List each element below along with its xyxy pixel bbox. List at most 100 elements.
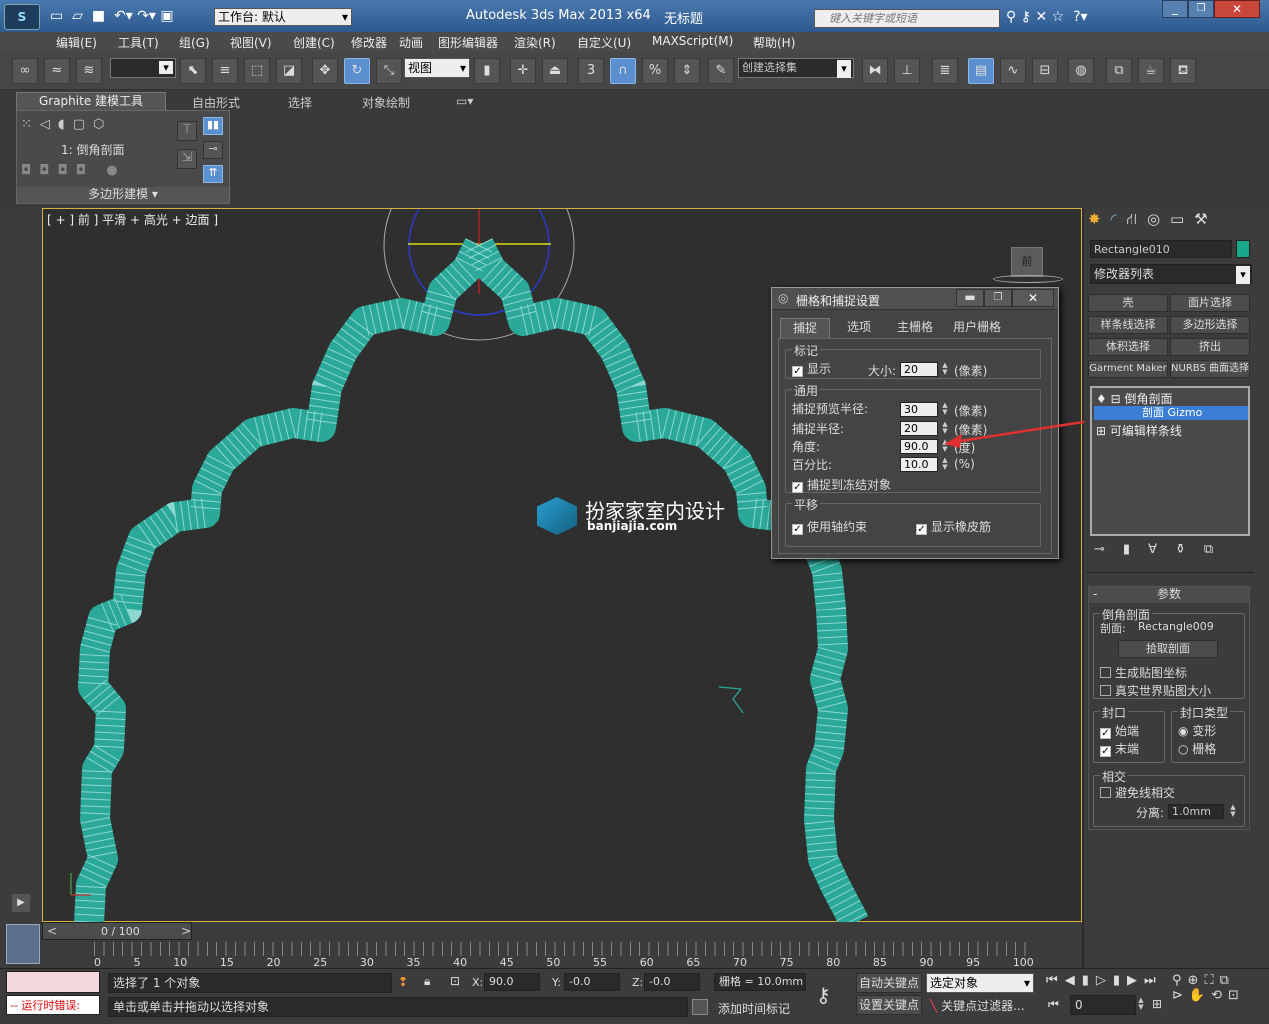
maxscript-listener-mini[interactable] xyxy=(6,971,100,993)
cap-grid-radio[interactable]: ○ 栅格 xyxy=(1178,740,1216,757)
align-icon[interactable]: ⊥ xyxy=(894,58,920,84)
rect-selection-icon[interactable]: ⬚ xyxy=(244,58,270,84)
lock-selection-icon[interactable]: 🔒︎ xyxy=(424,974,430,989)
remove-modifier-icon[interactable]: ⚱ xyxy=(1175,542,1204,557)
edit-named-sets-icon[interactable]: ✎ xyxy=(708,58,734,84)
menu-create[interactable]: 创建(C) xyxy=(293,34,335,51)
motion-tab-icon[interactable]: ◎ xyxy=(1147,210,1170,228)
object-name-field[interactable]: Rectangle010 xyxy=(1090,240,1232,258)
pan-icon[interactable]: ✋ xyxy=(1189,988,1211,1003)
lightbulb-icon[interactable]: ♦ xyxy=(1096,392,1107,406)
go-to-end-icon[interactable]: ⏭ xyxy=(1144,973,1163,988)
ribbon-tab-freeform[interactable]: 自由形式 xyxy=(192,94,240,111)
project-folder-icon[interactable]: ▣ xyxy=(160,8,173,24)
named-selection-dropdown[interactable]: 创建选择集 ▾ xyxy=(738,58,854,78)
isolate-icon[interactable]: ❢ xyxy=(398,975,408,989)
object-color-swatch[interactable] xyxy=(1236,240,1250,258)
gen-map-coords-checkbox[interactable]: 生成贴图坐标 xyxy=(1100,664,1187,681)
rubber-band-checkbox[interactable]: ✓ 显示橡皮筋 xyxy=(916,518,991,535)
cap-start-checkbox[interactable]: ✓ 始端 xyxy=(1100,722,1139,739)
rotate-icon[interactable]: ↻ xyxy=(344,58,370,84)
snap-radius-input[interactable]: 20 xyxy=(900,421,938,436)
snap-frozen-checkbox[interactable]: ✓ 捕捉到冻结对象 xyxy=(792,476,891,493)
menu-help[interactable]: 帮助(H) xyxy=(753,34,795,51)
open-file-icon[interactable]: ▱ xyxy=(72,8,83,24)
fov-icon[interactable]: ⊳ xyxy=(1172,988,1189,1003)
graphite-toggle-icon[interactable]: ▤ xyxy=(968,58,994,84)
save-icon[interactable]: ■ xyxy=(92,8,105,24)
add-time-tag[interactable]: 添加时间标记 xyxy=(718,1000,790,1017)
dialog-tab-snaps[interactable]: 捕捉 xyxy=(780,318,830,338)
snaps-toggle-icon[interactable]: 3 xyxy=(578,58,604,84)
bind-space-warp-icon[interactable]: ≋ xyxy=(76,58,102,84)
auto-key-button[interactable]: 自动关键点 xyxy=(856,973,922,993)
utilities-tab-icon[interactable]: ⚒ xyxy=(1194,210,1217,228)
menu-customize[interactable]: 自定义(U) xyxy=(577,34,631,51)
selection-filter-dropdown[interactable]: ▾ xyxy=(110,58,176,78)
workspace-dropdown[interactable]: 工作台: 默认 ▾ xyxy=(214,8,352,26)
menu-group[interactable]: 组(G) xyxy=(179,34,210,51)
spinner-snap-icon[interactable]: ⇕ xyxy=(674,58,700,84)
stack-item-profile-gizmo[interactable]: 剖面 Gizmo xyxy=(1094,406,1248,420)
nurbs-surface-select-button[interactable]: NURBS 曲面选择 xyxy=(1170,360,1250,378)
render-frame-icon[interactable]: ☕ xyxy=(1138,58,1164,84)
menu-tools[interactable]: 工具(T) xyxy=(118,34,159,51)
patch-select-button[interactable]: 面片选择 xyxy=(1170,294,1250,312)
percent-snap-spinner[interactable]: ▲ ▼ xyxy=(940,457,950,472)
minimize-button[interactable]: _ xyxy=(1162,0,1188,18)
zoom-extents-icon[interactable]: ⛶ xyxy=(1204,973,1219,988)
app-logo-icon[interactable]: S xyxy=(4,4,40,30)
remove-modifier-icon[interactable]: ⇈ xyxy=(203,165,223,183)
pin-stack-icon[interactable]: ⊸ xyxy=(203,141,223,159)
move-icon[interactable]: ✥ xyxy=(312,58,338,84)
transform-type-in-icon[interactable]: ⊡ xyxy=(450,974,460,988)
ribbon-options-icon[interactable]: ▭▾ xyxy=(456,94,473,108)
show-end-result-icon[interactable]: ▮ xyxy=(1123,542,1148,557)
make-unique-icon[interactable]: ∀ xyxy=(1148,542,1175,557)
hierarchy-tab-icon[interactable]: ⛙ xyxy=(1126,210,1147,228)
menu-graph-editors[interactable]: 图形编辑器 xyxy=(438,34,498,51)
preview-radius-spinner[interactable]: ▲ ▼ xyxy=(940,402,950,417)
render-setup-icon[interactable]: ⧉ xyxy=(1106,58,1132,84)
select-manipulate-icon[interactable]: ✛ xyxy=(510,58,536,84)
play-icon[interactable]: ▷ xyxy=(1096,973,1113,988)
pivot-center-icon[interactable]: ▮ xyxy=(474,58,500,84)
configure-sets-icon[interactable]: ⧉ xyxy=(1204,542,1231,557)
vol-select-button[interactable]: 体积选择 xyxy=(1088,338,1168,356)
set-key-big-icon[interactable]: ⚷ xyxy=(816,983,831,1007)
link-icon[interactable]: ∞ xyxy=(12,58,38,84)
help-icon[interactable]: ? xyxy=(1073,9,1080,25)
maximize-button[interactable]: ❐ xyxy=(1188,0,1214,18)
mirror-icon[interactable]: ⧓ xyxy=(862,58,888,84)
spline-select-button[interactable]: 样条线选择 xyxy=(1088,316,1168,334)
marker-size-spinner[interactable]: ▲ ▼ xyxy=(940,362,950,377)
ribbon-panel-label[interactable]: 多边形建模 ▾ xyxy=(17,187,229,203)
redo-icon[interactable]: ↷ xyxy=(137,8,149,24)
x-coordinate-input[interactable]: 90.0 xyxy=(484,973,540,991)
show-end-result-icon[interactable]: ▮▮ xyxy=(203,117,223,135)
real-world-map-checkbox[interactable]: 真实世界贴图大小 xyxy=(1100,682,1211,699)
separation-input[interactable]: 1.0mm xyxy=(1168,804,1224,819)
extrude-button[interactable]: 挤出 xyxy=(1170,338,1250,356)
key-filters-button[interactable]: ╲ 关键点过滤器... xyxy=(930,997,1025,1014)
scale-icon[interactable]: ⤡ xyxy=(376,58,402,84)
reference-coord-dropdown[interactable]: 视图 ▾ xyxy=(404,58,470,78)
zoom-all-icon[interactable]: ⊕ xyxy=(1188,973,1205,988)
parameters-rollout-header[interactable]: - 参数 xyxy=(1089,587,1249,603)
display-markers-checkbox[interactable]: ✓ 显示 xyxy=(792,360,831,377)
dialog-close-button[interactable]: ✕ xyxy=(1012,289,1054,307)
new-file-icon[interactable]: ▭ xyxy=(50,8,63,24)
poly-select-button[interactable]: 多边形选择 xyxy=(1170,316,1250,334)
close-button[interactable]: ✕ xyxy=(1214,0,1260,18)
time-tag-icon[interactable] xyxy=(692,999,708,1015)
dialog-tab-home-grid[interactable]: 主栅格 xyxy=(888,318,942,338)
material-editor-icon[interactable]: ◍ xyxy=(1068,58,1094,84)
ribbon-tab-selection[interactable]: 选择 xyxy=(288,94,312,111)
dialog-tab-user-grids[interactable]: 用户栅格 xyxy=(946,318,1008,338)
stack-item-bevel-profile[interactable]: ♦ ⊟ 倒角剖面 xyxy=(1096,390,1246,407)
selected-objects-dropdown[interactable]: 选定对象 ▾ xyxy=(926,973,1034,993)
viewcube[interactable]: 前 xyxy=(1011,247,1043,277)
separation-spinner[interactable]: ▲ ▼ xyxy=(1228,804,1238,819)
display-tab-icon[interactable]: ▭ xyxy=(1170,210,1194,228)
viewcube-ring[interactable] xyxy=(993,275,1063,283)
